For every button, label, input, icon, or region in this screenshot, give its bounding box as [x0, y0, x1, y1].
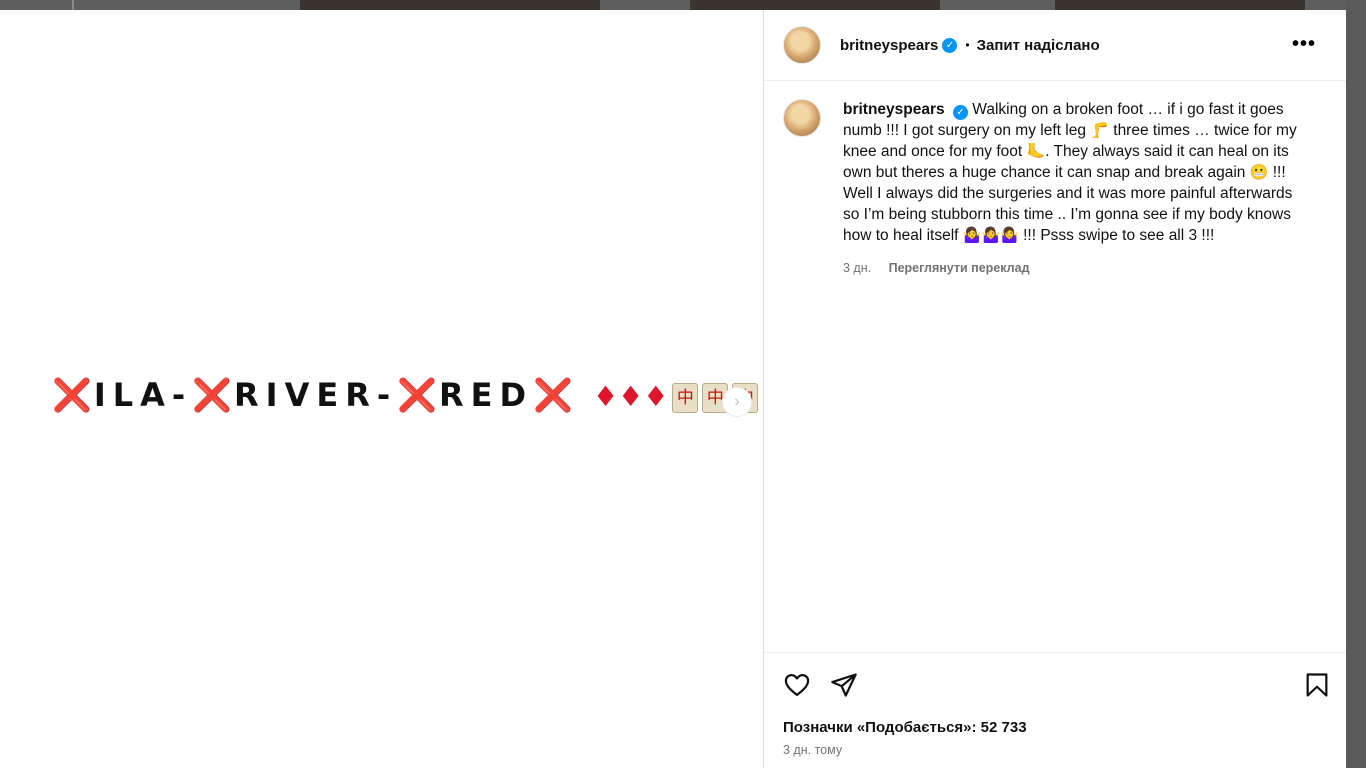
caption-age[interactable]: 3 дн.: [843, 261, 871, 275]
post-actions: Позначки «Подобається»: 52 733 3 дн. том…: [764, 652, 1346, 768]
media-text-part: ILA-: [93, 376, 193, 414]
bookmark-icon[interactable]: [1303, 671, 1331, 699]
media-text: ❌ILA-❌RIVER-❌RED❌ ♦♦♦中中中: [52, 376, 759, 414]
background-overlay: [1346, 0, 1366, 768]
cross-mark: ❌: [192, 376, 235, 414]
chevron-right-icon: ›: [734, 393, 740, 410]
grimace-emoji: 😬: [1249, 164, 1269, 181]
caption-meta: 3 дн. Переглянути переклад: [843, 261, 1313, 275]
caption-text-part: !!! Psss swipe to see all 3 !!!: [1018, 227, 1215, 244]
media-text-part: RED: [438, 376, 534, 414]
see-translation-button[interactable]: Переглянути переклад: [889, 261, 1030, 275]
heart-icon[interactable]: [783, 671, 811, 699]
post-media: ❌ILA-❌RIVER-❌RED❌ ♦♦♦中中中 ›: [0, 10, 764, 768]
follow-request-status[interactable]: Запит надіслано: [977, 37, 1100, 54]
cross-mark: ❌: [397, 376, 439, 414]
media-text-part: RIVER-: [234, 376, 398, 414]
cross-mark: ❌: [533, 376, 575, 414]
separator-dot: •: [965, 38, 970, 52]
leg-emoji: 🦵: [1090, 122, 1109, 139]
verified-icon: ✓: [952, 105, 968, 120]
post-sidebar: britneyspears ✓ • Запит надіслано ••• br…: [764, 10, 1346, 768]
share-icon[interactable]: [830, 671, 858, 699]
avatar[interactable]: [783, 99, 821, 137]
shrug-emoji: 🤷‍♀️🤷‍♀️🤷‍♀️: [962, 227, 1019, 244]
post-header: britneyspears ✓ • Запит надіслано •••: [764, 10, 1346, 81]
cross-mark: ❌: [52, 376, 94, 414]
caption-body: britneyspears ✓ Walking on a broken foot…: [843, 99, 1313, 275]
avatar[interactable]: [783, 26, 821, 64]
diamonds: ♦♦♦: [593, 380, 669, 413]
post-timestamp[interactable]: 3 дн. тому: [783, 743, 842, 757]
more-icon[interactable]: •••: [1292, 34, 1316, 54]
caption-username[interactable]: britneyspears: [843, 101, 945, 118]
caption-text: britneyspears ✓ Walking on a broken foot…: [843, 99, 1313, 246]
verified-icon: ✓: [942, 37, 958, 53]
foot-emoji: 🦶: [1026, 143, 1046, 160]
likes-count[interactable]: Позначки «Подобається»: 52 733: [783, 719, 1027, 736]
post-modal: ❌ILA-❌RIVER-❌RED❌ ♦♦♦中中中 › britneyspears…: [0, 10, 1346, 768]
caption: britneyspears ✓ Walking on a broken foot…: [783, 99, 1323, 275]
header-username[interactable]: britneyspears: [840, 37, 938, 54]
mahjong-tile: 中: [672, 383, 699, 413]
next-slide-button[interactable]: ›: [722, 387, 752, 417]
